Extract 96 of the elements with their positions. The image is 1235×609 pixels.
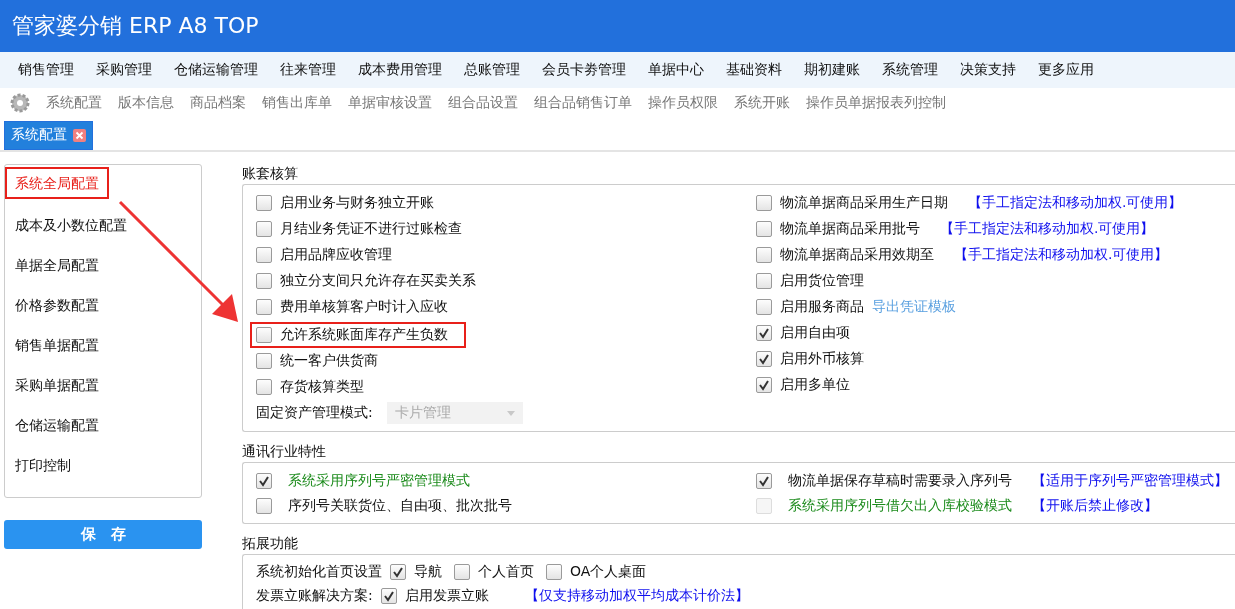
note-text: 【手工指定法和移动加权.可使用】 (968, 194, 1183, 212)
toolbar-link[interactable]: 操作员单据报表列控制 (806, 94, 946, 112)
sidebar-item[interactable]: 成本及小数位配置 (5, 211, 201, 251)
toolbar-link[interactable]: 商品档案 (190, 94, 246, 112)
checkbox[interactable] (756, 221, 772, 237)
section-title: 通讯行业特性 (242, 442, 327, 460)
option-label: 物流单据商品采用批号 (780, 220, 920, 238)
checkbox[interactable] (756, 299, 772, 315)
toolbar-link[interactable]: 操作员权限 (648, 94, 718, 112)
sidebar-item[interactable]: 价格参数配置 (5, 291, 201, 331)
sidebar-item[interactable]: 打印控制 (5, 451, 201, 491)
option-label: 序列号关联货位、自由项、批次批号 (288, 496, 512, 515)
menu-item[interactable]: 更多应用 (1038, 61, 1094, 79)
checkbox[interactable] (256, 247, 272, 263)
checkbox[interactable] (546, 564, 562, 580)
tab-label: 系统配置 (11, 126, 67, 144)
menu-item[interactable]: 系统管理 (882, 61, 938, 79)
checkbox[interactable] (256, 472, 272, 489)
option-label: 统一客户供货商 (280, 352, 378, 370)
option-label: 允许系统账面库存产生负数 (280, 326, 448, 344)
note-text: 【手工指定法和移动加权.可使用】 (954, 246, 1169, 264)
menu-item[interactable]: 基础资料 (726, 61, 782, 79)
menu-item[interactable]: 往来管理 (280, 61, 336, 79)
option-label: 物流单据商品采用生产日期 (780, 194, 948, 212)
checkbox[interactable] (390, 564, 406, 580)
checkbox[interactable] (756, 195, 772, 211)
field-label: 发票立账解决方案: (256, 587, 373, 605)
toolbar-link[interactable]: 组合品销售订单 (534, 94, 632, 112)
sidebar-item[interactable]: 采购单据配置 (5, 371, 201, 411)
checkbox[interactable] (380, 588, 397, 604)
toolbar-link[interactable]: 系统开账 (734, 94, 790, 112)
option-label: OA个人桌面 (570, 563, 647, 581)
menu-item[interactable]: 成本费用管理 (358, 61, 442, 79)
checkbox[interactable] (256, 379, 272, 395)
note-text: 【手工指定法和移动加权.可使用】 (940, 220, 1155, 238)
toolbar-link[interactable]: 组合品设置 (448, 94, 518, 112)
note-text: 【仅支持移动加权平均成本计价法】 (524, 587, 749, 605)
option-label: 物流单据保存草稿时需要录入序列号 (788, 471, 1012, 490)
sidebar-item[interactable]: 单据全局配置 (5, 251, 201, 291)
option-label: 启用外币核算 (780, 350, 864, 368)
checkbox[interactable] (756, 377, 772, 393)
menu-item[interactable]: 总账管理 (464, 61, 520, 79)
menu-item[interactable]: 决策支持 (960, 61, 1016, 79)
checkbox[interactable] (256, 327, 272, 343)
checkbox[interactable] (256, 497, 272, 514)
checkbox[interactable] (256, 221, 272, 237)
checkbox[interactable] (256, 353, 272, 369)
caret-icon (506, 410, 515, 416)
option-label: 启用发票立账 (404, 587, 489, 605)
sidebar-item[interactable]: 销售单据配置 (5, 331, 201, 371)
option-label: 费用单核算客户时计入应收 (280, 298, 448, 316)
option-label: 启用品牌应收管理 (280, 246, 392, 264)
toolbar-link[interactable]: 销售出库单 (262, 94, 332, 112)
checkbox[interactable] (454, 564, 470, 580)
option-label: 启用自由项 (780, 324, 850, 342)
checkbox[interactable] (756, 247, 772, 263)
option-label: 存货核算类型 (280, 378, 364, 396)
tab[interactable]: 系统配置 (4, 121, 93, 150)
option-label: 系统采用序列号严密管理模式 (288, 471, 470, 490)
checkbox[interactable] (756, 351, 772, 367)
option-label: 独立分支间只允许存在买卖关系 (280, 272, 476, 290)
option-label: 启用服务商品 (780, 298, 864, 316)
option-label: 物流单据商品采用效期至 (780, 246, 934, 264)
toolbar-link[interactable]: 单据审核设置 (348, 94, 432, 112)
checkbox[interactable] (756, 273, 772, 289)
toolbar-link[interactable]: 系统配置 (46, 94, 102, 112)
menu-item[interactable]: 期初建账 (804, 61, 860, 79)
note-text: 【开账后禁止修改】 (1032, 496, 1158, 515)
app-title: 管家婆分销 ERP A8 TOP (12, 12, 259, 40)
option-label: 个人首页 (478, 563, 534, 581)
field-label: 系统初始化首页设置 (256, 563, 382, 581)
checkbox[interactable] (256, 273, 272, 289)
option-label: 启用多单位 (780, 376, 850, 394)
checkbox[interactable] (256, 195, 272, 211)
settings-icon[interactable] (10, 93, 30, 113)
menu-item[interactable]: 仓储运输管理 (174, 61, 258, 79)
option-label: 启用业务与财务独立开账 (280, 194, 434, 212)
option-label: 月结业务凭证不进行过账检查 (280, 220, 462, 238)
note-text: 【适用于序列号严密管理模式】 (1032, 471, 1228, 490)
menu-item[interactable]: 销售管理 (18, 61, 74, 79)
checkbox[interactable] (756, 472, 772, 489)
checkbox[interactable] (756, 325, 772, 341)
sidebar-item[interactable]: 仓储运输配置 (5, 411, 201, 451)
section-title: 账套核算 (242, 164, 299, 182)
toolbar-link[interactable]: 版本信息 (118, 94, 174, 112)
option-label: 启用货位管理 (780, 272, 864, 290)
menu-item[interactable]: 采购管理 (96, 61, 152, 79)
checkbox[interactable] (256, 299, 272, 315)
option-label: 系统采用序列号借欠出入库校验模式 (788, 496, 1012, 515)
menu-item[interactable]: 会员卡劵管理 (542, 61, 626, 79)
sidebar-item[interactable]: 系统全局配置 (5, 167, 109, 199)
field-label: 固定资产管理模式: (256, 404, 373, 422)
option-label: 导航 (414, 563, 442, 581)
menu-item[interactable]: 单据中心 (648, 61, 704, 79)
close-icon[interactable] (73, 128, 86, 142)
section-title: 拓展功能 (242, 534, 299, 552)
